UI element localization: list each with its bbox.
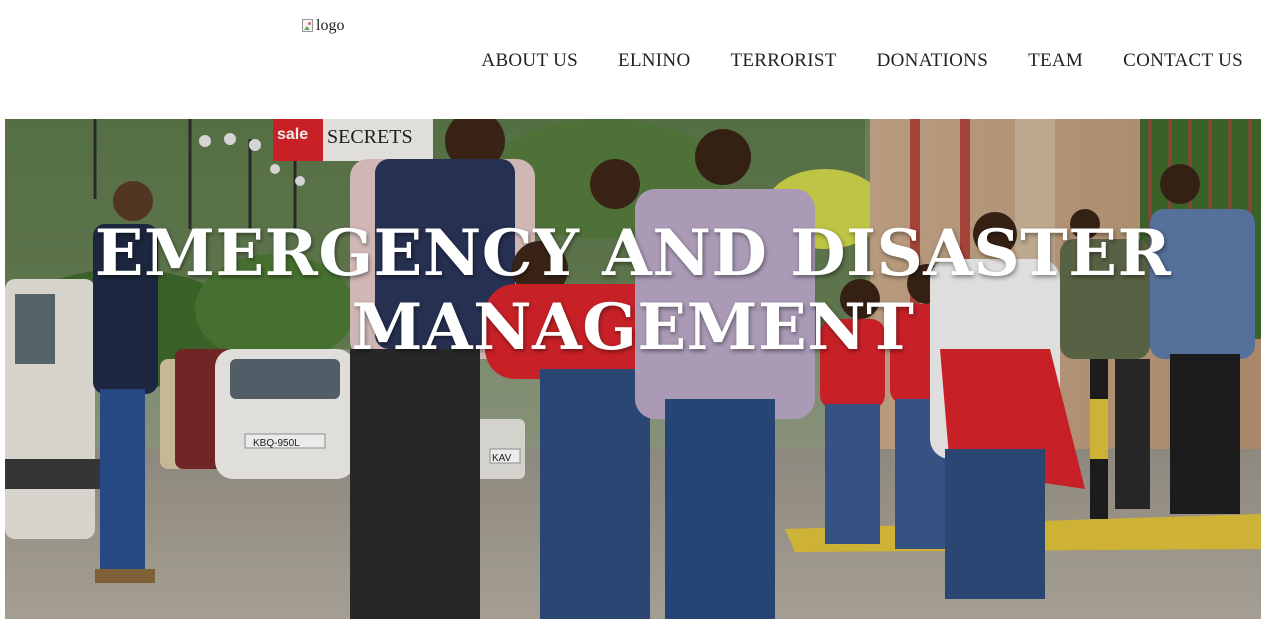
hero-banner: sale SECRETS KBQ-950L KAV EMERGENCY AND … bbox=[5, 119, 1261, 619]
broken-image-icon bbox=[301, 18, 315, 34]
site-header: logo ABOUT US ELNINO TERRORIST DONATIONS… bbox=[0, 0, 1265, 119]
nav-terrorist[interactable]: TERRORIST bbox=[730, 50, 836, 72]
logo-alt-text: logo bbox=[316, 17, 345, 34]
hero-title-line-1: EMERGENCY AND DISASTER bbox=[94, 216, 1172, 291]
nav-elnino[interactable]: ELNINO bbox=[618, 50, 691, 72]
hero-photo: sale SECRETS KBQ-950L KAV bbox=[5, 119, 1261, 619]
nav-donations[interactable]: DONATIONS bbox=[877, 50, 988, 72]
nav-team[interactable]: TEAM bbox=[1028, 50, 1083, 72]
hero-title: EMERGENCY AND DISASTER MANAGEMENT bbox=[5, 217, 1261, 365]
hero-title-line-2: MANAGEMENT bbox=[351, 290, 915, 365]
nav-contact-us[interactable]: CONTACT US bbox=[1123, 50, 1243, 72]
main-nav: ABOUT US ELNINO TERRORIST DONATIONS TEAM… bbox=[481, 50, 1243, 72]
nav-about-us[interactable]: ABOUT US bbox=[481, 50, 578, 72]
logo-link[interactable]: logo bbox=[301, 17, 344, 35]
